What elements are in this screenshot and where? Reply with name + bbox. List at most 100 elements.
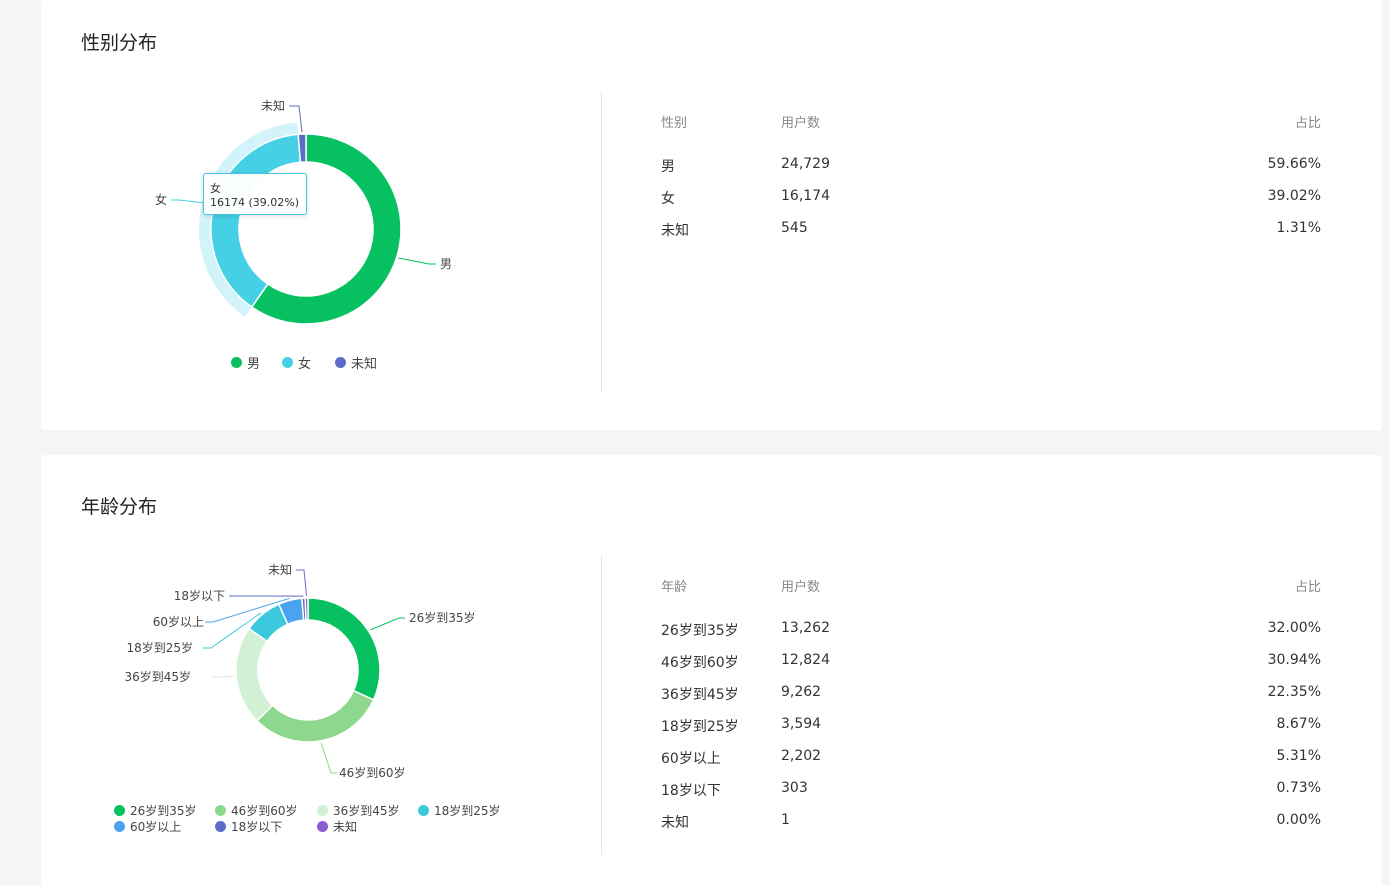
table-row: 女 16,174 39.02% bbox=[661, 188, 1321, 220]
row-count: 1 bbox=[781, 812, 790, 828]
legend-item-5[interactable]: 18岁以下 bbox=[215, 818, 282, 835]
gender-donut-chart: 男女未知 bbox=[41, 0, 601, 430]
table-row: 36岁到45岁 9,262 22.35% bbox=[661, 684, 1321, 716]
age-card: 年龄分布 26岁到35岁46岁到60岁36岁到45岁18岁到25岁60岁以上18… bbox=[41, 455, 1382, 885]
tooltip-name: 女 bbox=[210, 182, 300, 196]
legend-marker bbox=[215, 821, 226, 832]
row-label: 18岁以下 bbox=[661, 780, 721, 800]
gender-tooltip: 女 16174 (39.02%) bbox=[203, 173, 307, 215]
gender-card: 性别分布 男女未知 男女未知 女 16174 (39.02%) 性别 用户数 占… bbox=[41, 0, 1382, 430]
legend-item-1[interactable]: 46岁到60岁 bbox=[215, 802, 298, 819]
row-pct: 1.31% bbox=[1277, 220, 1321, 236]
slice-label-4: 60岁以上 bbox=[153, 614, 204, 629]
row-pct: 8.67% bbox=[1277, 716, 1321, 732]
legend-item-2[interactable]: 36岁到45岁 bbox=[317, 802, 400, 819]
row-count: 24,729 bbox=[781, 156, 830, 172]
legend-item-2[interactable]: 未知 bbox=[335, 353, 377, 372]
row-count: 545 bbox=[781, 220, 808, 236]
legend-label: 26岁到35岁 bbox=[130, 802, 197, 819]
table-row: 男 24,729 59.66% bbox=[661, 156, 1321, 188]
legend-label: 未知 bbox=[333, 818, 357, 835]
gender-divider bbox=[601, 92, 602, 392]
table-row: 46岁到60岁 12,824 30.94% bbox=[661, 652, 1321, 684]
slice-label-1: 女 bbox=[155, 192, 167, 207]
row-count: 16,174 bbox=[781, 188, 830, 204]
legend-item-0[interactable]: 男 bbox=[231, 353, 260, 372]
donut-slice-6[interactable] bbox=[305, 598, 308, 620]
row-count: 2,202 bbox=[781, 748, 821, 764]
legend-item-0[interactable]: 26岁到35岁 bbox=[114, 802, 197, 819]
row-count: 3,594 bbox=[781, 716, 821, 732]
age-table: 年龄 用户数 占比 26岁到35岁 13,262 32.00% 46岁到60岁 … bbox=[661, 576, 1321, 844]
legend-item-1[interactable]: 女 bbox=[282, 353, 311, 372]
header-users: 用户数 bbox=[781, 576, 820, 595]
legend-marker bbox=[215, 805, 226, 816]
leader-line-2 bbox=[213, 676, 234, 677]
legend-marker bbox=[335, 357, 346, 368]
slice-label-2: 未知 bbox=[261, 99, 285, 113]
slice-label-5: 18岁以下 bbox=[174, 588, 225, 603]
row-label: 18岁到25岁 bbox=[661, 716, 739, 736]
legend-item-6[interactable]: 未知 bbox=[317, 818, 357, 835]
legend-marker bbox=[114, 821, 125, 832]
donut-slice-1[interactable] bbox=[257, 691, 374, 742]
row-pct: 30.94% bbox=[1268, 652, 1321, 668]
slice-label-6: 未知 bbox=[268, 563, 292, 577]
legend-marker bbox=[418, 805, 429, 816]
legend-marker bbox=[114, 805, 125, 816]
legend-marker bbox=[317, 821, 328, 832]
age-table-header: 年龄 用户数 占比 bbox=[661, 576, 1321, 608]
row-label: 36岁到45岁 bbox=[661, 684, 739, 704]
legend-item-3[interactable]: 18岁到25岁 bbox=[418, 802, 501, 819]
table-row: 18岁以下 303 0.73% bbox=[661, 780, 1321, 812]
row-label: 男 bbox=[661, 156, 675, 176]
slice-label-0: 26岁到35岁 bbox=[409, 610, 476, 625]
slice-label-0: 男 bbox=[440, 257, 452, 271]
legend-marker bbox=[317, 805, 328, 816]
slice-label-3: 18岁到25岁 bbox=[126, 640, 193, 655]
row-count: 9,262 bbox=[781, 684, 821, 700]
leader-line-6 bbox=[296, 570, 307, 596]
gender-table: 性别 用户数 占比 男 24,729 59.66% 女 16,174 39.02… bbox=[661, 112, 1321, 252]
row-pct: 0.73% bbox=[1277, 780, 1321, 796]
row-label: 46岁到60岁 bbox=[661, 652, 739, 672]
row-pct: 22.35% bbox=[1268, 684, 1321, 700]
header-age: 年龄 bbox=[661, 576, 687, 595]
row-pct: 5.31% bbox=[1277, 748, 1321, 764]
row-pct: 32.00% bbox=[1268, 620, 1321, 636]
legend-marker bbox=[282, 357, 293, 368]
header-users: 用户数 bbox=[781, 112, 820, 131]
table-row: 26岁到35岁 13,262 32.00% bbox=[661, 620, 1321, 652]
row-count: 303 bbox=[781, 780, 808, 796]
donut-slice-0[interactable] bbox=[308, 598, 380, 700]
legend-label: 女 bbox=[298, 353, 311, 372]
row-count: 12,824 bbox=[781, 652, 830, 668]
donut-slice-2[interactable] bbox=[236, 629, 273, 721]
leader-line-0 bbox=[399, 258, 436, 264]
legend-label: 18岁以下 bbox=[231, 818, 282, 835]
header-share: 占比 bbox=[1295, 576, 1321, 595]
legend-label: 男 bbox=[247, 353, 260, 372]
header-share: 占比 bbox=[1295, 112, 1321, 131]
gender-table-header: 性别 用户数 占比 bbox=[661, 112, 1321, 144]
row-pct: 0.00% bbox=[1277, 812, 1321, 828]
legend-label: 18岁到25岁 bbox=[434, 802, 501, 819]
table-row: 未知 545 1.31% bbox=[661, 220, 1321, 252]
legend-label: 46岁到60岁 bbox=[231, 802, 298, 819]
age-divider bbox=[601, 555, 602, 855]
row-label: 26岁到35岁 bbox=[661, 620, 739, 640]
legend-item-4[interactable]: 60岁以上 bbox=[114, 818, 181, 835]
row-label: 60岁以上 bbox=[661, 748, 721, 768]
table-row: 未知 1 0.00% bbox=[661, 812, 1321, 844]
slice-label-1: 46岁到60岁 bbox=[339, 765, 406, 780]
row-pct: 39.02% bbox=[1268, 188, 1321, 204]
header-gender: 性别 bbox=[661, 112, 687, 131]
table-row: 60岁以上 2,202 5.31% bbox=[661, 748, 1321, 780]
leader-line-1 bbox=[321, 743, 337, 773]
row-label: 未知 bbox=[661, 812, 689, 832]
legend-label: 36岁到45岁 bbox=[333, 802, 400, 819]
legend-label: 未知 bbox=[351, 353, 377, 372]
row-pct: 59.66% bbox=[1268, 156, 1321, 172]
legend-label: 60岁以上 bbox=[130, 818, 181, 835]
row-label: 女 bbox=[661, 188, 675, 208]
